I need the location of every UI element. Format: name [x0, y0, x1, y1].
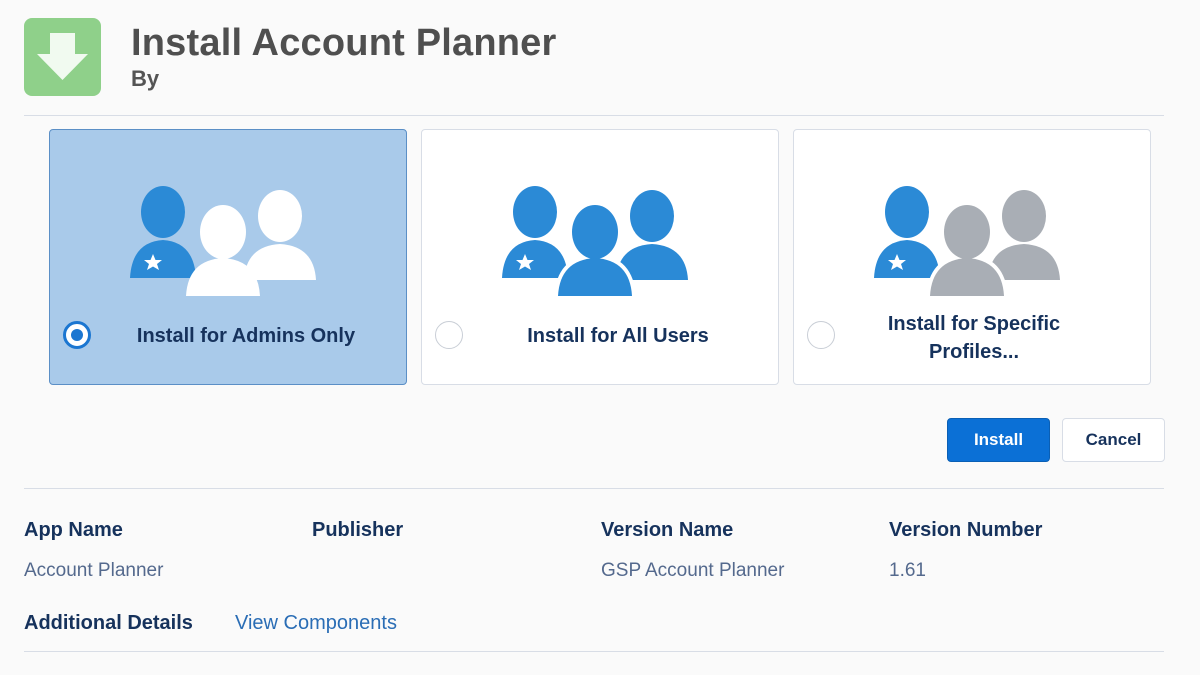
view-components-link[interactable]: View Components: [235, 612, 397, 635]
option-specific-profiles[interactable]: Install for Specific Profiles...: [793, 129, 1151, 385]
radio-all-users[interactable]: [435, 321, 463, 349]
option-label: Install for Specific Profiles...: [887, 313, 1061, 363]
version-number-value: 1.61: [889, 560, 926, 581]
version-number-label: Version Number: [889, 519, 1043, 541]
additional-details-label: Additional Details: [24, 612, 193, 634]
title-block: Install Account Planner By: [131, 22, 557, 92]
install-button[interactable]: Install: [947, 418, 1050, 462]
all-users-icon: [502, 186, 688, 298]
radio-specific-profiles[interactable]: [807, 321, 835, 349]
app-name-label: App Name: [24, 519, 123, 541]
version-name-value: GSP Account Planner: [601, 560, 785, 581]
specific-profiles-icon: [874, 186, 1060, 298]
option-admins-only[interactable]: Install for Admins Only: [49, 129, 407, 385]
publisher-by: By: [131, 66, 160, 91]
publisher-label: Publisher: [312, 519, 404, 541]
admin-users-icon: [130, 186, 316, 296]
app-name-value: Account Planner: [24, 560, 164, 581]
header: Install Account Planner By: [24, 18, 557, 96]
divider: [24, 651, 1164, 652]
page-title: Install Account Planner: [131, 22, 557, 64]
radio-admins-only[interactable]: [63, 321, 91, 349]
option-label: Install for Admins Only: [136, 325, 356, 347]
divider: [24, 115, 1164, 116]
divider: [24, 488, 1164, 489]
option-label: Install for All Users: [527, 325, 709, 347]
version-name-label: Version Name: [601, 519, 734, 541]
cancel-button[interactable]: Cancel: [1062, 418, 1165, 462]
download-icon: [24, 18, 101, 96]
option-all-users[interactable]: Install for All Users: [421, 129, 779, 385]
install-page: Install Account Planner By Install for A…: [0, 0, 1200, 675]
